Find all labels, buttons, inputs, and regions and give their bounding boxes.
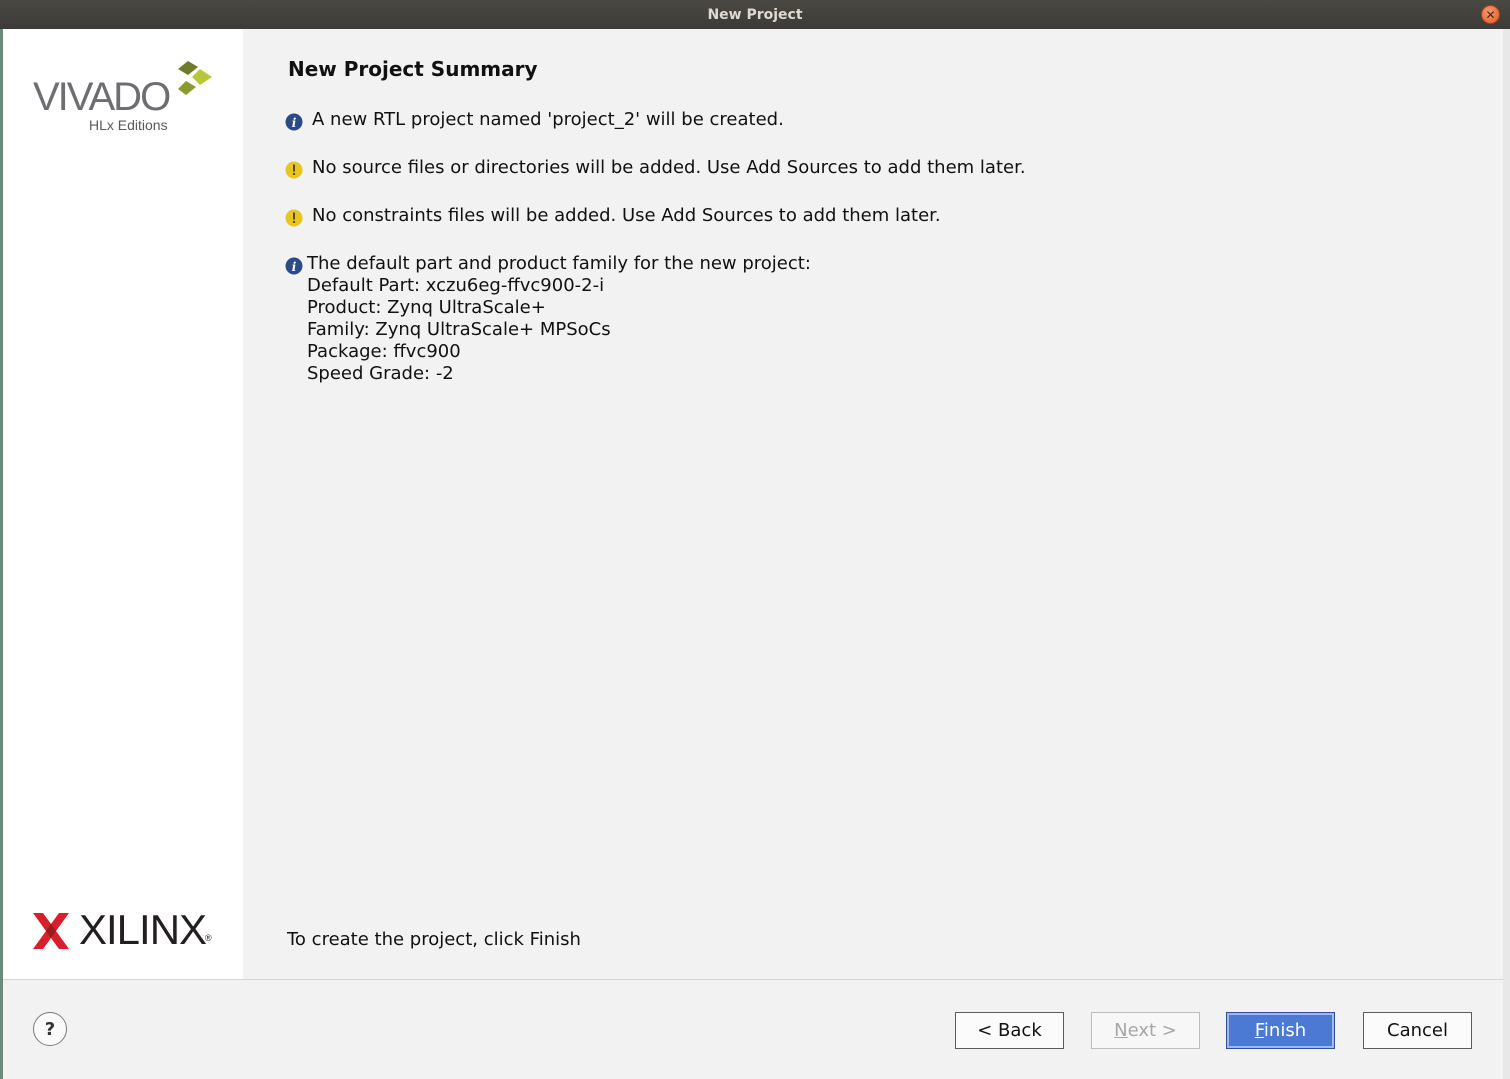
svg-text:i: i bbox=[292, 116, 297, 130]
vivado-edition-text: HLx Editions bbox=[89, 117, 168, 133]
new-project-dialog: VIVADO HLx Editions XILINX ® New Project… bbox=[3, 29, 1503, 1079]
help-icon: ? bbox=[44, 1018, 56, 1040]
xilinx-logo-text: XILINX bbox=[79, 906, 207, 953]
message-text: A new RTL project named 'project_2' will… bbox=[312, 109, 784, 130]
product-line: Product: Zynq UltraScale+ bbox=[307, 297, 546, 318]
dialog-footer: ? < Back Next > Finish Cancel bbox=[3, 979, 1503, 1079]
info-icon: i bbox=[285, 113, 303, 131]
close-window-button[interactable]: ✕ bbox=[1481, 5, 1500, 24]
cancel-button[interactable]: Cancel bbox=[1363, 1012, 1472, 1049]
speed-grade-line: Speed Grade: -2 bbox=[307, 363, 454, 384]
message-no-sources: No source files or directories will be a… bbox=[285, 157, 1026, 179]
xilinx-logo: XILINX ® bbox=[33, 906, 223, 953]
vivado-mark-icon bbox=[178, 61, 212, 95]
default-part-line: Default Part: xczu6eg-ffvc900-2-i bbox=[307, 275, 605, 296]
close-icon: ✕ bbox=[1485, 7, 1496, 22]
package-line: Package: ffvc900 bbox=[307, 341, 461, 362]
message-text: No source files or directories will be a… bbox=[312, 157, 1026, 178]
message-text: No constraints files will be added. Use … bbox=[312, 205, 941, 226]
message-project-name: i A new RTL project named 'project_2' wi… bbox=[285, 109, 784, 131]
message-part-info: i The default part and product family fo… bbox=[285, 253, 811, 385]
finish-button[interactable]: Finish bbox=[1226, 1012, 1335, 1049]
next-button-label: Next > bbox=[1114, 1020, 1177, 1041]
finish-hint: To create the project, click Finish bbox=[287, 929, 581, 950]
help-button[interactable]: ? bbox=[33, 1012, 67, 1046]
title-bar: New Project ✕ bbox=[0, 0, 1510, 29]
page-title: New Project Summary bbox=[288, 57, 538, 81]
next-button[interactable]: Next > bbox=[1091, 1012, 1200, 1049]
info-icon: i bbox=[285, 257, 303, 275]
back-button[interactable]: < Back bbox=[955, 1012, 1064, 1049]
vivado-logo-text: VIVADO bbox=[33, 75, 171, 119]
right-window-edge bbox=[1503, 29, 1510, 1079]
svg-text:i: i bbox=[292, 260, 297, 274]
finish-button-label: Finish bbox=[1254, 1020, 1307, 1041]
sidebar: VIVADO HLx Editions XILINX ® bbox=[3, 29, 243, 979]
warning-icon bbox=[285, 209, 303, 227]
registered-mark: ® bbox=[205, 933, 212, 943]
back-button-label: < Back bbox=[977, 1020, 1042, 1041]
message-no-constraints: No constraints files will be added. Use … bbox=[285, 205, 941, 227]
warning-icon bbox=[285, 161, 303, 179]
part-details: The default part and product family for … bbox=[307, 253, 811, 385]
family-line: Family: Zynq UltraScale+ MPSoCs bbox=[307, 319, 611, 340]
window-title: New Project bbox=[707, 6, 803, 23]
vivado-logo: VIVADO HLx Editions bbox=[31, 57, 221, 137]
part-intro: The default part and product family for … bbox=[307, 253, 811, 274]
summary-panel: New Project Summary i A new RTL project … bbox=[243, 29, 1503, 979]
xilinx-mark-icon bbox=[33, 913, 69, 949]
cancel-button-label: Cancel bbox=[1387, 1020, 1448, 1041]
